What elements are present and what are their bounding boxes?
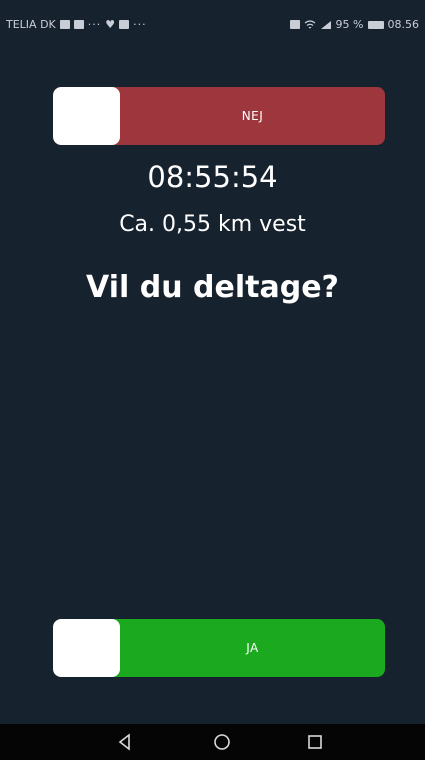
clock-time: 08:55:54 <box>147 160 278 194</box>
status-bar-right: 95 % 08.56 <box>289 18 420 31</box>
recents-icon[interactable] <box>303 730 327 754</box>
accept-slider-thumb[interactable] <box>53 619 120 677</box>
heart-icon: ♥ <box>105 18 116 31</box>
question-heading: Vil du deltage? <box>86 270 339 305</box>
battery-percent: 95 % <box>335 18 364 31</box>
decline-slider[interactable]: NEJ <box>53 87 385 145</box>
notification-icon: ··· <box>87 18 102 31</box>
status-bar: TELIA DK ··· ♥ ··· 95 % 08.56 <box>0 0 425 50</box>
app-screen: TELIA DK ··· ♥ ··· 95 % 08.56 NEJ 08:55:… <box>0 0 425 760</box>
signal-icon <box>320 20 331 29</box>
more-notifications-icon: ··· <box>133 18 147 31</box>
navigation-bar <box>0 724 425 760</box>
status-time: 08.56 <box>387 18 420 31</box>
back-icon[interactable] <box>113 730 137 754</box>
decline-slider-label: NEJ <box>241 109 264 123</box>
status-bar-left: TELIA DK ··· ♥ ··· <box>6 18 147 31</box>
nfc-icon <box>289 20 300 29</box>
mail-icon <box>73 20 84 29</box>
wifi-icon <box>304 19 315 28</box>
carrier-label: TELIA DK <box>6 18 56 31</box>
decline-slider-thumb[interactable] <box>53 87 120 145</box>
distance-text: Ca. 0,55 km vest <box>119 212 306 237</box>
accept-slider[interactable]: JA <box>53 619 385 677</box>
image-icon <box>59 20 70 29</box>
battery-icon <box>367 20 384 29</box>
accept-slider-label: JA <box>246 641 259 655</box>
app-notification-icon <box>119 20 130 29</box>
home-icon[interactable] <box>210 730 234 754</box>
